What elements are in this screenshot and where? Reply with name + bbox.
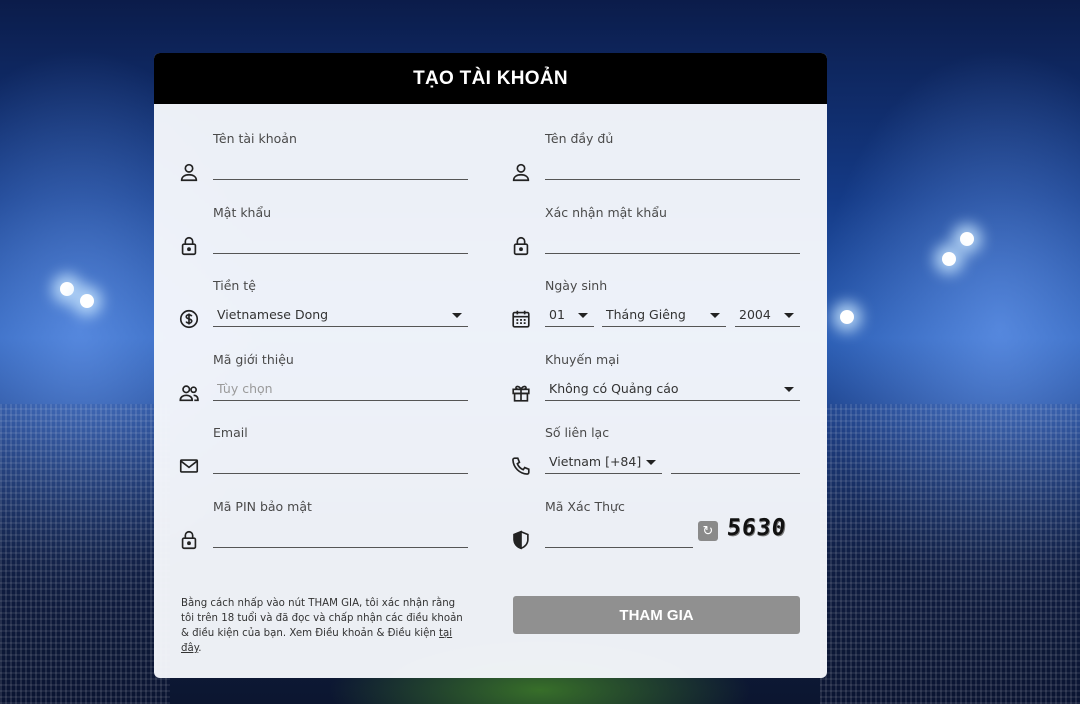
referral-label: Mã giới thiệu <box>213 352 294 367</box>
phone-country-value: Vietnam [+84] <box>549 454 642 469</box>
lock-icon <box>178 235 200 257</box>
stadium-crowd-right <box>820 404 1080 704</box>
calendar-icon <box>510 308 532 330</box>
terms-text: Bằng cách nhấp vào nút THAM GIA, tôi xác… <box>181 596 471 656</box>
stadium-crowd-left <box>0 404 170 704</box>
stadium-light <box>60 282 74 296</box>
password-input[interactable] <box>213 229 468 253</box>
pin-label: Mã PIN bảo mật <box>213 499 312 514</box>
fullname-input[interactable] <box>545 155 800 179</box>
phone-label: Số liên lạc <box>545 425 610 440</box>
password-field: Mật khẩu <box>154 205 468 265</box>
birthday-year-select[interactable]: 2004 <box>735 302 800 327</box>
fullname-label: Tên đầy đủ <box>545 131 614 146</box>
pin-input[interactable] <box>213 523 468 547</box>
chevron-down-icon <box>710 313 720 318</box>
chevron-down-icon <box>784 313 794 318</box>
stadium-light <box>80 294 94 308</box>
promotion-label: Khuyến mại <box>545 352 620 367</box>
register-form: TẠO TÀI KHOẢN Tên tài khoản Tên đầy đủ M… <box>154 53 827 678</box>
username-field: Tên tài khoản <box>154 131 468 191</box>
phone-field: Số liên lạc Vietnam [+84] <box>486 425 800 485</box>
chevron-down-icon <box>578 313 588 318</box>
currency-label: Tiền tệ <box>213 278 256 293</box>
password-label: Mật khẩu <box>213 205 272 220</box>
user-icon <box>178 161 200 183</box>
username-input[interactable] <box>213 155 468 179</box>
terms-end: . <box>198 643 202 654</box>
birthday-month-value: Tháng Giêng <box>606 307 686 322</box>
terms-body: Bằng cách nhấp vào nút THAM GIA, tôi xác… <box>181 598 463 639</box>
stadium-light <box>942 252 956 266</box>
captcha-input[interactable] <box>545 523 693 547</box>
promotion-value: Không có Quảng cáo <box>549 381 679 396</box>
email-label: Email <box>213 425 248 440</box>
users-icon <box>178 382 200 404</box>
birthday-day-select[interactable]: 01 <box>545 302 594 327</box>
submit-button[interactable]: THAM GIA <box>513 596 800 634</box>
promotion-field: Khuyến mại Không có Quảng cáo <box>486 352 800 412</box>
birthday-label: Ngày sinh <box>545 278 608 293</box>
confirm-password-field: Xác nhận mật khẩu <box>486 205 800 265</box>
birthday-day-value: 01 <box>549 307 565 322</box>
lock-icon <box>510 235 532 257</box>
currency-select[interactable]: Vietnamese Dong <box>213 302 468 327</box>
email-input[interactable] <box>213 449 468 473</box>
captcha-label: Mã Xác Thực <box>545 499 625 514</box>
envelope-icon <box>178 455 200 477</box>
birthday-year-value: 2004 <box>739 307 771 322</box>
referral-input[interactable] <box>213 376 468 400</box>
phone-icon <box>510 455 532 477</box>
refresh-icon[interactable]: ↻ <box>698 521 718 541</box>
chevron-down-icon <box>646 460 656 465</box>
confirm-password-input[interactable] <box>545 229 800 253</box>
dollar-circle-icon <box>178 308 200 330</box>
currency-field: Tiền tệ Vietnamese Dong <box>154 278 468 338</box>
referral-field: Mã giới thiệu <box>154 352 468 412</box>
stadium-light <box>960 232 974 246</box>
shield-icon <box>510 529 532 551</box>
promotion-select[interactable]: Không có Quảng cáo <box>545 376 800 401</box>
birthday-month-select[interactable]: Tháng Giêng <box>602 302 726 327</box>
confirm-password-label: Xác nhận mật khẩu <box>545 205 667 220</box>
chevron-down-icon <box>452 313 462 318</box>
phone-country-select[interactable]: Vietnam [+84] <box>545 449 662 474</box>
phone-input[interactable] <box>671 449 800 473</box>
captcha-image: 5630 <box>725 515 788 541</box>
stadium-light <box>840 310 854 324</box>
birthday-field: Ngày sinh 01 Tháng Giêng 2004 <box>486 278 800 338</box>
user-icon <box>510 161 532 183</box>
fullname-field: Tên đầy đủ <box>486 131 800 191</box>
currency-value: Vietnamese Dong <box>217 307 329 322</box>
pin-field: Mã PIN bảo mật <box>154 499 468 559</box>
lock-icon <box>178 529 200 551</box>
form-title: TẠO TÀI KHOẢN <box>154 53 827 104</box>
username-label: Tên tài khoản <box>213 131 297 146</box>
gift-icon <box>510 382 532 404</box>
chevron-down-icon <box>784 387 794 392</box>
email-field: Email <box>154 425 468 485</box>
